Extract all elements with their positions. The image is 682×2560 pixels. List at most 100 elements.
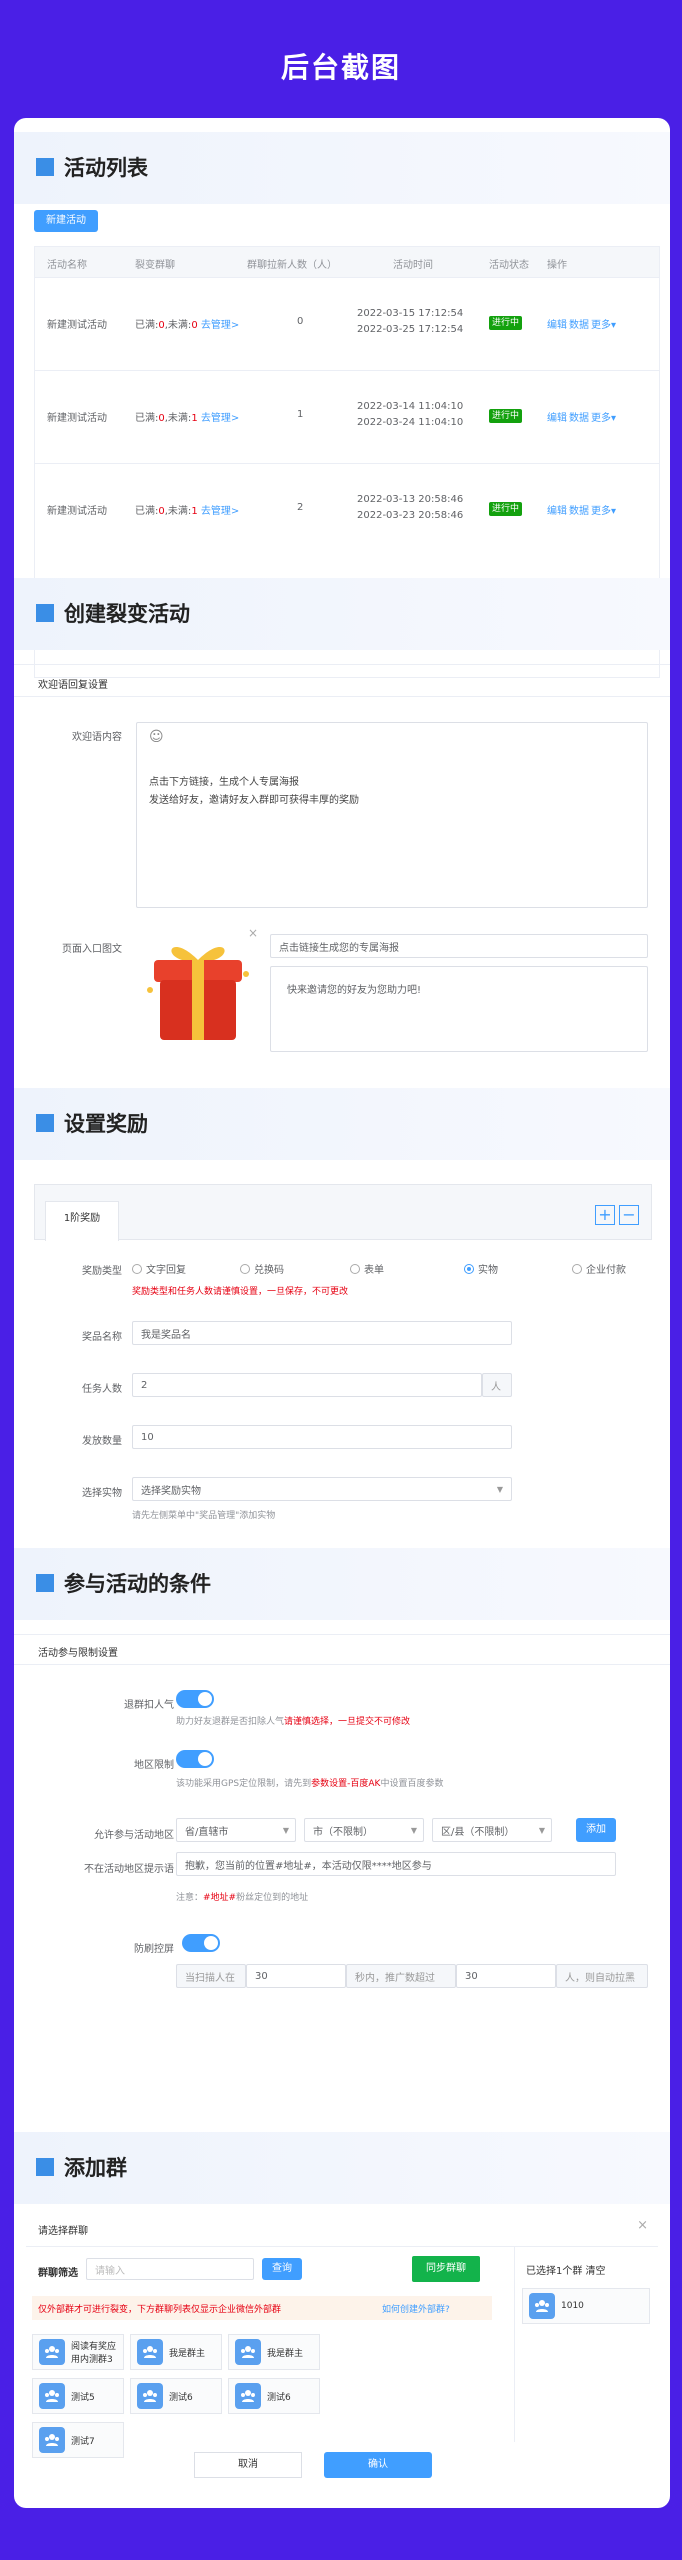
district-select[interactable]: 区/县（不限制） ▼ — [432, 1818, 552, 1842]
radio-text-reply[interactable]: 文字回复 — [132, 1261, 186, 1276]
welcome-line-1: 点击下方链接，生成个人专属海报 — [149, 777, 299, 788]
emoji-icon[interactable]: ☺ — [149, 729, 164, 745]
section-marker-icon — [36, 1574, 54, 1592]
task-count-input[interactable]: 2 — [132, 1373, 482, 1397]
more-menu[interactable]: 更多▾ — [591, 409, 616, 424]
welcome-textarea[interactable]: ☺ 点击下方链接，生成个人专属海报 发送给好友，邀请好友入群即可获得丰厚的奖励 — [136, 722, 648, 908]
close-icon[interactable]: × — [248, 926, 258, 940]
section-title: 参与活动的条件 — [64, 1572, 211, 1596]
sync-groups-button[interactable]: 同步群聊 — [412, 2256, 480, 2282]
allowed-region-label: 允许参与活动地区 — [94, 1830, 174, 1841]
group-tile[interactable]: 测试7 — [32, 2422, 124, 2458]
divider — [26, 2246, 658, 2247]
add-region-button[interactable]: 添加 — [576, 1818, 616, 1842]
divider — [14, 1664, 670, 1665]
edit-link[interactable]: 编辑 — [547, 502, 567, 517]
group-tile[interactable]: 测试6 — [130, 2378, 222, 2414]
manage-link[interactable]: 去管理> — [201, 320, 239, 331]
section-marker-icon — [36, 604, 54, 622]
manage-link[interactable]: 去管理> — [201, 413, 239, 424]
cancel-button[interactable]: 取消 — [194, 2452, 302, 2478]
filter-label: 群聊筛选 — [38, 2268, 78, 2279]
quit-toggle[interactable] — [176, 1690, 214, 1708]
chevron-down-icon: ▼ — [410, 1825, 417, 1835]
entry-image[interactable]: × — [132, 926, 264, 1048]
search-button[interactable]: 查询 — [262, 2258, 302, 2280]
section-header-conditions: 参与活动的条件 — [14, 1548, 670, 1620]
group-name: 测试5 — [71, 2392, 95, 2403]
radio-code[interactable]: 兑换码 — [240, 1261, 284, 1276]
group-avatar-icon — [137, 2339, 163, 2365]
prize-name-input[interactable]: 我是奖品名 — [132, 1321, 512, 1345]
province-select[interactable]: 省/直辖市 ▼ — [176, 1818, 296, 1842]
selected-head: 已选择1个群 清空 — [526, 2266, 606, 2277]
anti-middle: 秒内，推广数超过 — [346, 1964, 456, 1988]
edit-link[interactable]: 编辑 — [547, 409, 567, 424]
chevron-down-icon: ▼ — [496, 1484, 503, 1494]
close-icon[interactable]: × — [637, 2218, 648, 2233]
task-count-label: 任务人数 — [82, 1384, 122, 1395]
table-row: 新建测试活动 已满:0,未满:0 去管理> 0 2022-03-15 17:12:54… — [35, 277, 659, 370]
section-title: 设置奖励 — [64, 1112, 148, 1136]
outside-input[interactable]: 抱歉，您当前的位置#地址#，本活动仅限****地区参与 — [176, 1852, 616, 1876]
status-badge: 进行中 — [489, 501, 523, 516]
group-tile[interactable]: 我是群主 — [130, 2334, 222, 2370]
group-tile[interactable]: 我是群主 — [228, 2334, 320, 2370]
radio-form[interactable]: 表单 — [350, 1261, 384, 1276]
region-toggle[interactable] — [176, 1750, 214, 1768]
start-time: 2022-03-14 11:04:10 — [357, 401, 464, 412]
section-title: 创建裂变活动 — [64, 602, 190, 626]
anti-label: 防刷控屏 — [134, 1944, 174, 1955]
entry-desc-textarea[interactable]: 快来邀请您的好友为您助力吧! — [270, 966, 648, 1052]
remove-tab-icon[interactable]: − — [619, 1205, 639, 1225]
section-marker-icon — [36, 158, 54, 176]
radio-payment[interactable]: 企业付款 — [572, 1261, 626, 1276]
col-name: 活动名称 — [47, 260, 87, 271]
section-marker-icon — [36, 2158, 54, 2176]
group-tile[interactable]: 测试6 — [228, 2378, 320, 2414]
chevron-down-icon: ▼ — [538, 1825, 545, 1835]
selected-group[interactable]: 1010 — [522, 2288, 650, 2324]
region-label: 地区限制 — [134, 1760, 174, 1771]
group-search-input[interactable]: 请输入 — [86, 2258, 254, 2280]
quit-label: 退群扣人气 — [124, 1700, 174, 1711]
group-tile[interactable]: 阅读有奖应用内测群3 — [32, 2334, 124, 2370]
reward-tabs-bar: 1阶奖励 + − — [34, 1184, 652, 1241]
group-avatar-icon — [529, 2293, 555, 2319]
more-menu[interactable]: 更多▾ — [591, 502, 616, 517]
confirm-button[interactable]: 确认 — [324, 2452, 432, 2478]
item-select[interactable]: 选择奖励实物 ▼ — [132, 1477, 512, 1501]
anti-toggle[interactable] — [182, 1934, 220, 1952]
table-header: 活动名称 裂变群聊 群聊拉新人数（人） 活动时间 活动状态 操作 — [35, 247, 659, 277]
notice-text: 仅外部群才可进行裂变，下方群聊列表仅显示企业微信外部群 — [38, 2305, 282, 2315]
data-link[interactable]: 数据 — [569, 409, 589, 424]
radio-physical[interactable]: 实物 — [464, 1261, 498, 1276]
item-hint: 请先左侧菜单中"奖品管理"添加实物 — [132, 1511, 276, 1521]
edit-link[interactable]: 编辑 — [547, 316, 567, 331]
qty-input[interactable]: 10 — [132, 1425, 512, 1449]
section-header-reward: 设置奖励 — [14, 1088, 670, 1160]
col-count: 群聊拉新人数（人） — [247, 260, 337, 271]
section-header-groups: 添加群 — [14, 2132, 670, 2204]
end-time: 2022-03-23 20:58:46 — [357, 510, 464, 521]
anti-prefix: 当扫描人在 — [176, 1964, 246, 1988]
col-actions: 操作 — [547, 260, 567, 271]
quit-hint: 助力好友退群是否扣除人气请谨慎选择，一旦提交不可修改 — [176, 1717, 411, 1727]
notice-link[interactable]: 如何创建外部群? — [382, 2302, 450, 2315]
manage-link[interactable]: 去管理> — [201, 506, 239, 517]
new-count: 0 — [297, 316, 304, 327]
anti-seconds-input[interactable]: 30 — [246, 1964, 346, 1988]
group-status: 已满:0,未满:0 去管理> — [135, 320, 240, 331]
more-menu[interactable]: 更多▾ — [591, 316, 616, 331]
tab-reward-1[interactable]: 1阶奖励 — [45, 1201, 119, 1241]
data-link[interactable]: 数据 — [569, 502, 589, 517]
divider — [14, 696, 670, 697]
entry-title-input[interactable]: 点击链接生成您的专属海报 — [270, 934, 648, 958]
data-link[interactable]: 数据 — [569, 316, 589, 331]
group-tile[interactable]: 测试5 — [32, 2378, 124, 2414]
new-activity-button[interactable]: 新建活动 — [34, 210, 98, 232]
anti-count-input[interactable]: 30 — [456, 1964, 556, 1988]
city-select[interactable]: 市（不限制） ▼ — [304, 1818, 424, 1842]
add-tab-icon[interactable]: + — [595, 1205, 615, 1225]
entry-label: 页面入口图文 — [62, 944, 122, 955]
